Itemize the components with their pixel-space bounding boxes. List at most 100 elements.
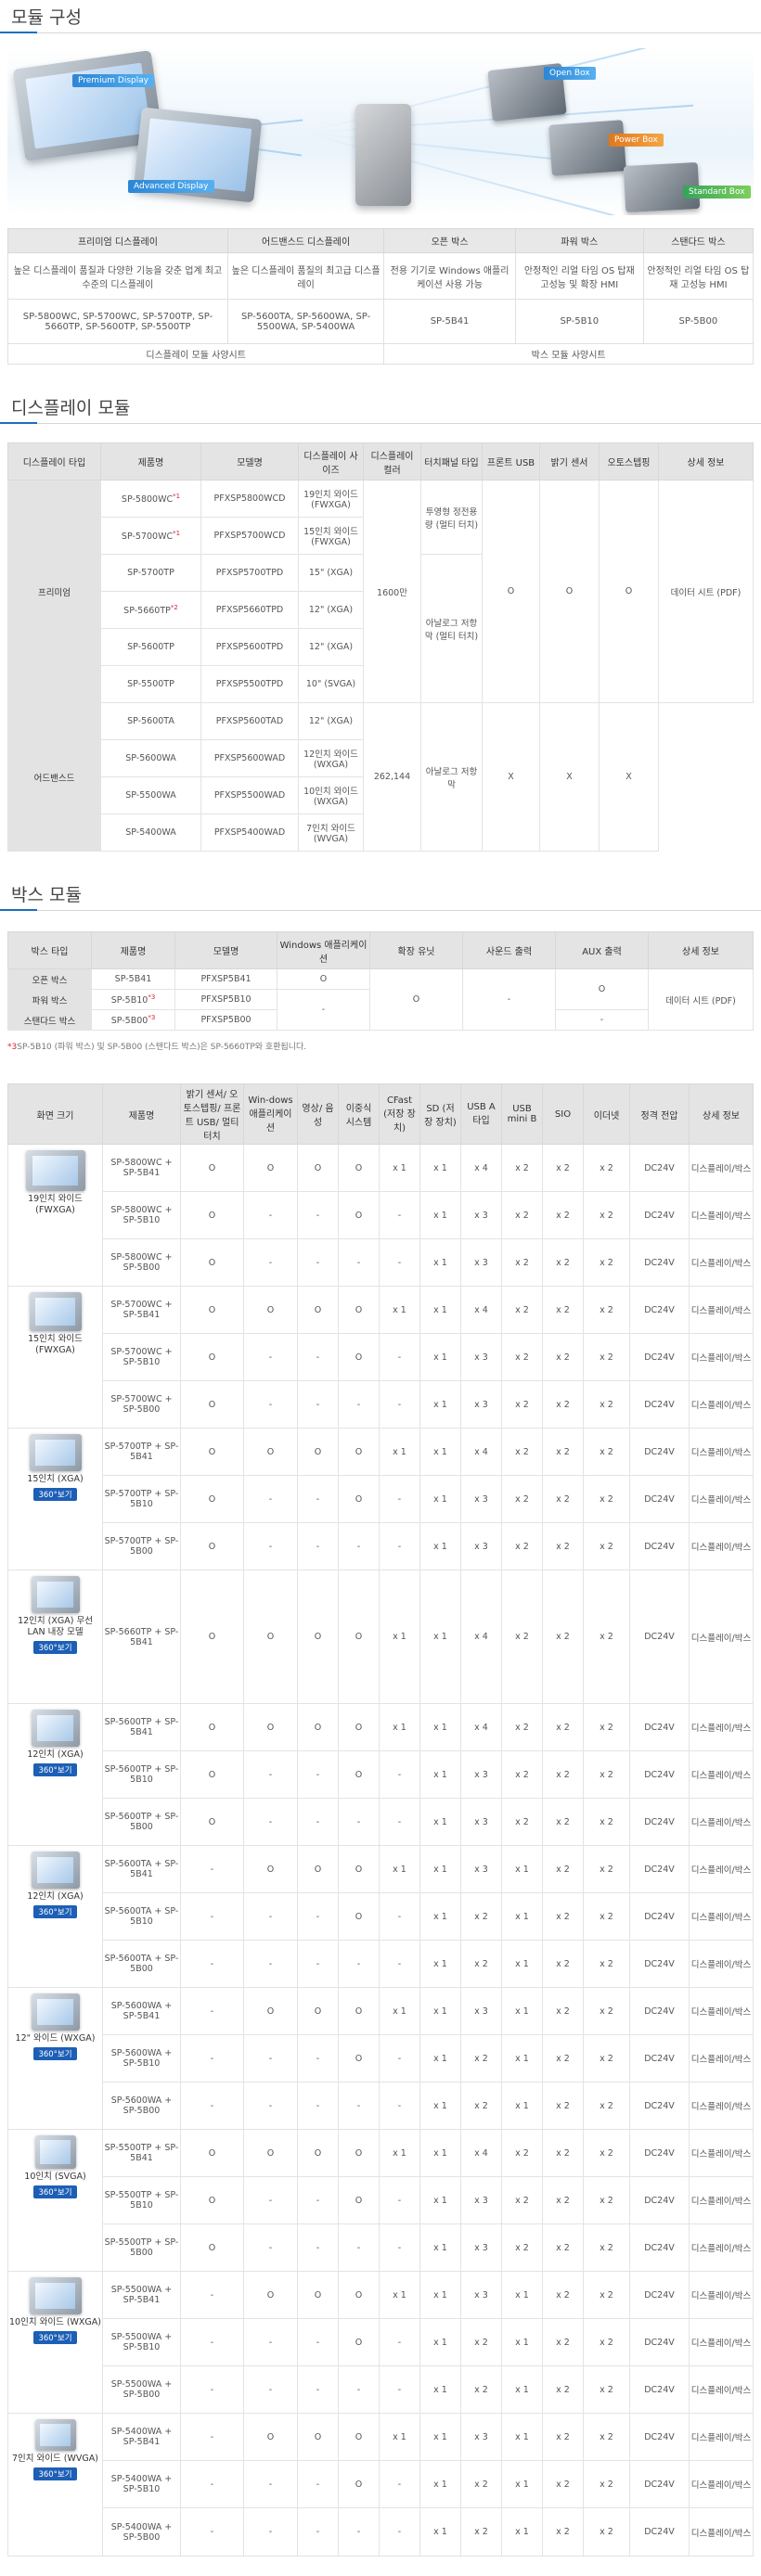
combo-detail-link[interactable]: 디스플레이/박스: [689, 1286, 754, 1334]
combo-spec: x 2: [583, 2460, 630, 2508]
combo-spec: x 2: [583, 2082, 630, 2130]
combo-spec: DC24V: [629, 1380, 690, 1429]
combo-detail-link[interactable]: 디스플레이/박스: [689, 1987, 754, 2035]
product-thumbnail: [25, 1150, 85, 1191]
combo-spec: x 3: [460, 1987, 502, 2035]
combo-spec: x 3: [460, 1333, 502, 1381]
screen-size-cell: 12인치 (XGA) 360°보기: [7, 1703, 103, 1846]
view-360-button[interactable]: 360°보기: [33, 2467, 77, 2480]
combo-spec: x 4: [460, 1703, 502, 1751]
screen-size-label: 15인치 (XGA): [27, 1474, 84, 1484]
combo-detail-link[interactable]: 디스플레이/박스: [689, 1940, 754, 1988]
combo-spec: x 2: [583, 2176, 630, 2224]
combo-header: 정격 전압: [629, 1083, 690, 1145]
combo-spec: x 2: [542, 1380, 584, 1429]
combo-spec: x 2: [583, 1144, 630, 1192]
combo-detail-link[interactable]: 디스플레이/박스: [689, 2507, 754, 2557]
combo-spec: x 1: [419, 2271, 461, 2319]
screen-size-cell: 19인치 와이드 (FWXGA): [7, 1144, 103, 1287]
combo-product: SP-5500WA + SP-5B10: [102, 2318, 181, 2366]
combo-spec: x 1: [501, 2507, 543, 2557]
product-thumbnail: [31, 1993, 80, 2031]
combo-detail-link[interactable]: 디스플레이/박스: [689, 2413, 754, 2461]
combo-detail-link[interactable]: 디스플레이/박스: [689, 1144, 754, 1192]
combo-spec: -: [243, 1798, 298, 1846]
combo-spec: O: [243, 1703, 298, 1751]
combo-spec: x 2: [542, 1286, 584, 1334]
combo-detail-link[interactable]: 디스플레이/박스: [689, 2365, 754, 2414]
display-spec-sheet-link[interactable]: 디스플레이 모듈 사양시트: [6, 343, 385, 365]
combo-detail-link[interactable]: 디스플레이/박스: [689, 2224, 754, 2272]
view-360-button[interactable]: 360°보기: [33, 1640, 77, 1654]
view-360-button[interactable]: 360°보기: [33, 2185, 77, 2198]
view-360-button[interactable]: 360°보기: [33, 1762, 77, 1776]
combo-spec: x 4: [460, 1144, 502, 1192]
combo-detail-link[interactable]: 디스플레이/박스: [689, 1570, 754, 1704]
combo-detail-link[interactable]: 디스플레이/박스: [689, 1845, 754, 1893]
combo-detail-link[interactable]: 디스플레이/박스: [689, 2034, 754, 2083]
combo-detail-link[interactable]: 디스플레이/박스: [689, 1522, 754, 1570]
dm-usb: X: [482, 702, 540, 852]
module-header: 파워 박스: [514, 228, 644, 253]
combo-spec: DC24V: [629, 1238, 690, 1287]
combo-detail-link[interactable]: 디스플레이/박스: [689, 1333, 754, 1381]
dm-size: 12" (XGA): [298, 702, 364, 740]
combo-detail-link[interactable]: 디스플레이/박스: [689, 2271, 754, 2319]
dm-size: 10인치 와이드 (WXGA): [298, 776, 364, 814]
box-spec-sheet-link[interactable]: 박스 모듈 사양시트: [383, 343, 754, 365]
screen-size-label: 19인치 와이드 (FWXGA): [28, 1194, 83, 1215]
view-360-button[interactable]: 360°보기: [33, 2046, 77, 2060]
combo-spec: DC24V: [629, 1987, 690, 2035]
hero-product-image: Premium Display Advanced Display Open Bo…: [7, 48, 754, 215]
dm-model: PFXSP5700TPD: [200, 554, 299, 592]
combo-spec: O: [338, 2034, 380, 2083]
combo-spec: -: [180, 1940, 244, 1988]
combo-detail-link[interactable]: 디스플레이/박스: [689, 2082, 754, 2130]
combo-row: 12인치 (XGA) 360°보기 SP-5600TP + SP-5B41 O O O Ox…: [7, 1703, 754, 1846]
dm-touch: 아날로그 저항막: [420, 702, 483, 852]
combo-detail-link[interactable]: 디스플레이/박스: [689, 1475, 754, 1523]
combo-spec: -: [180, 2034, 244, 2083]
box-type: 파워 박스: [7, 989, 92, 1010]
box-datasheet-link[interactable]: 데이터 시트 (PDF): [648, 968, 754, 1031]
combo-detail-link[interactable]: 디스플레이/박스: [689, 1428, 754, 1476]
combo-detail-link[interactable]: 디스플레이/박스: [689, 1892, 754, 1941]
view-360-button[interactable]: 360°보기: [33, 2330, 77, 2344]
combo-spec: x 2: [542, 1798, 584, 1846]
combo-spec: x 2: [542, 1703, 584, 1751]
dm-datasheet-premium-link[interactable]: 데이터 시트 (PDF): [658, 480, 754, 703]
box-sound: -: [462, 968, 556, 1031]
combo-spec: x 1: [379, 1845, 420, 1893]
combo-detail-link[interactable]: 디스플레이/박스: [689, 2176, 754, 2224]
combo-detail-link[interactable]: 디스플레이/박스: [689, 1380, 754, 1429]
dm-autostep: X: [599, 702, 659, 852]
combo-detail-link[interactable]: 디스플레이/박스: [689, 2318, 754, 2366]
combo-detail-link[interactable]: 디스플레이/박스: [689, 2129, 754, 2177]
dm-product: SP-5700WC*1: [100, 517, 201, 555]
combo-spec: O: [180, 1750, 244, 1799]
combo-detail-link[interactable]: 디스플레이/박스: [689, 1798, 754, 1846]
combo-spec: -: [180, 2271, 244, 2319]
combo-spec: O: [243, 1286, 298, 1334]
combo-row: 15인치 와이드 (FWXGA) SP-5700WC + SP-5B41 O O O Ox…: [7, 1286, 754, 1429]
combo-detail-link[interactable]: 디스플레이/박스: [689, 1703, 754, 1751]
combo-detail-link[interactable]: 디스플레이/박스: [689, 1750, 754, 1799]
combo-spec: x 1: [501, 2318, 543, 2366]
view-360-button[interactable]: 360°보기: [33, 1904, 77, 1918]
combo-spec: -: [297, 1750, 339, 1799]
combo-spec: x 2: [583, 2365, 630, 2414]
box-header: Windows 애플리케이션: [277, 931, 370, 969]
combo-spec: DC24V: [629, 2413, 690, 2461]
dm-usb: O: [482, 480, 540, 703]
combo-detail-link[interactable]: 디스플레이/박스: [689, 1238, 754, 1287]
combo-spec: -: [180, 2413, 244, 2461]
combo-detail-link[interactable]: 디스플레이/박스: [689, 1191, 754, 1239]
combo-spec: -: [180, 2507, 244, 2557]
combo-product: SP-5500WA + SP-5B00: [102, 2365, 181, 2414]
combo-spec: -: [243, 2318, 298, 2366]
combo-product: SP-5800WC + SP-5B00: [102, 1238, 181, 1287]
view-360-button[interactable]: 360°보기: [33, 1487, 77, 1501]
combo-spec: O: [297, 2129, 339, 2177]
combo-detail-link[interactable]: 디스플레이/박스: [689, 2460, 754, 2508]
combo-header: USB A타입: [460, 1083, 502, 1145]
